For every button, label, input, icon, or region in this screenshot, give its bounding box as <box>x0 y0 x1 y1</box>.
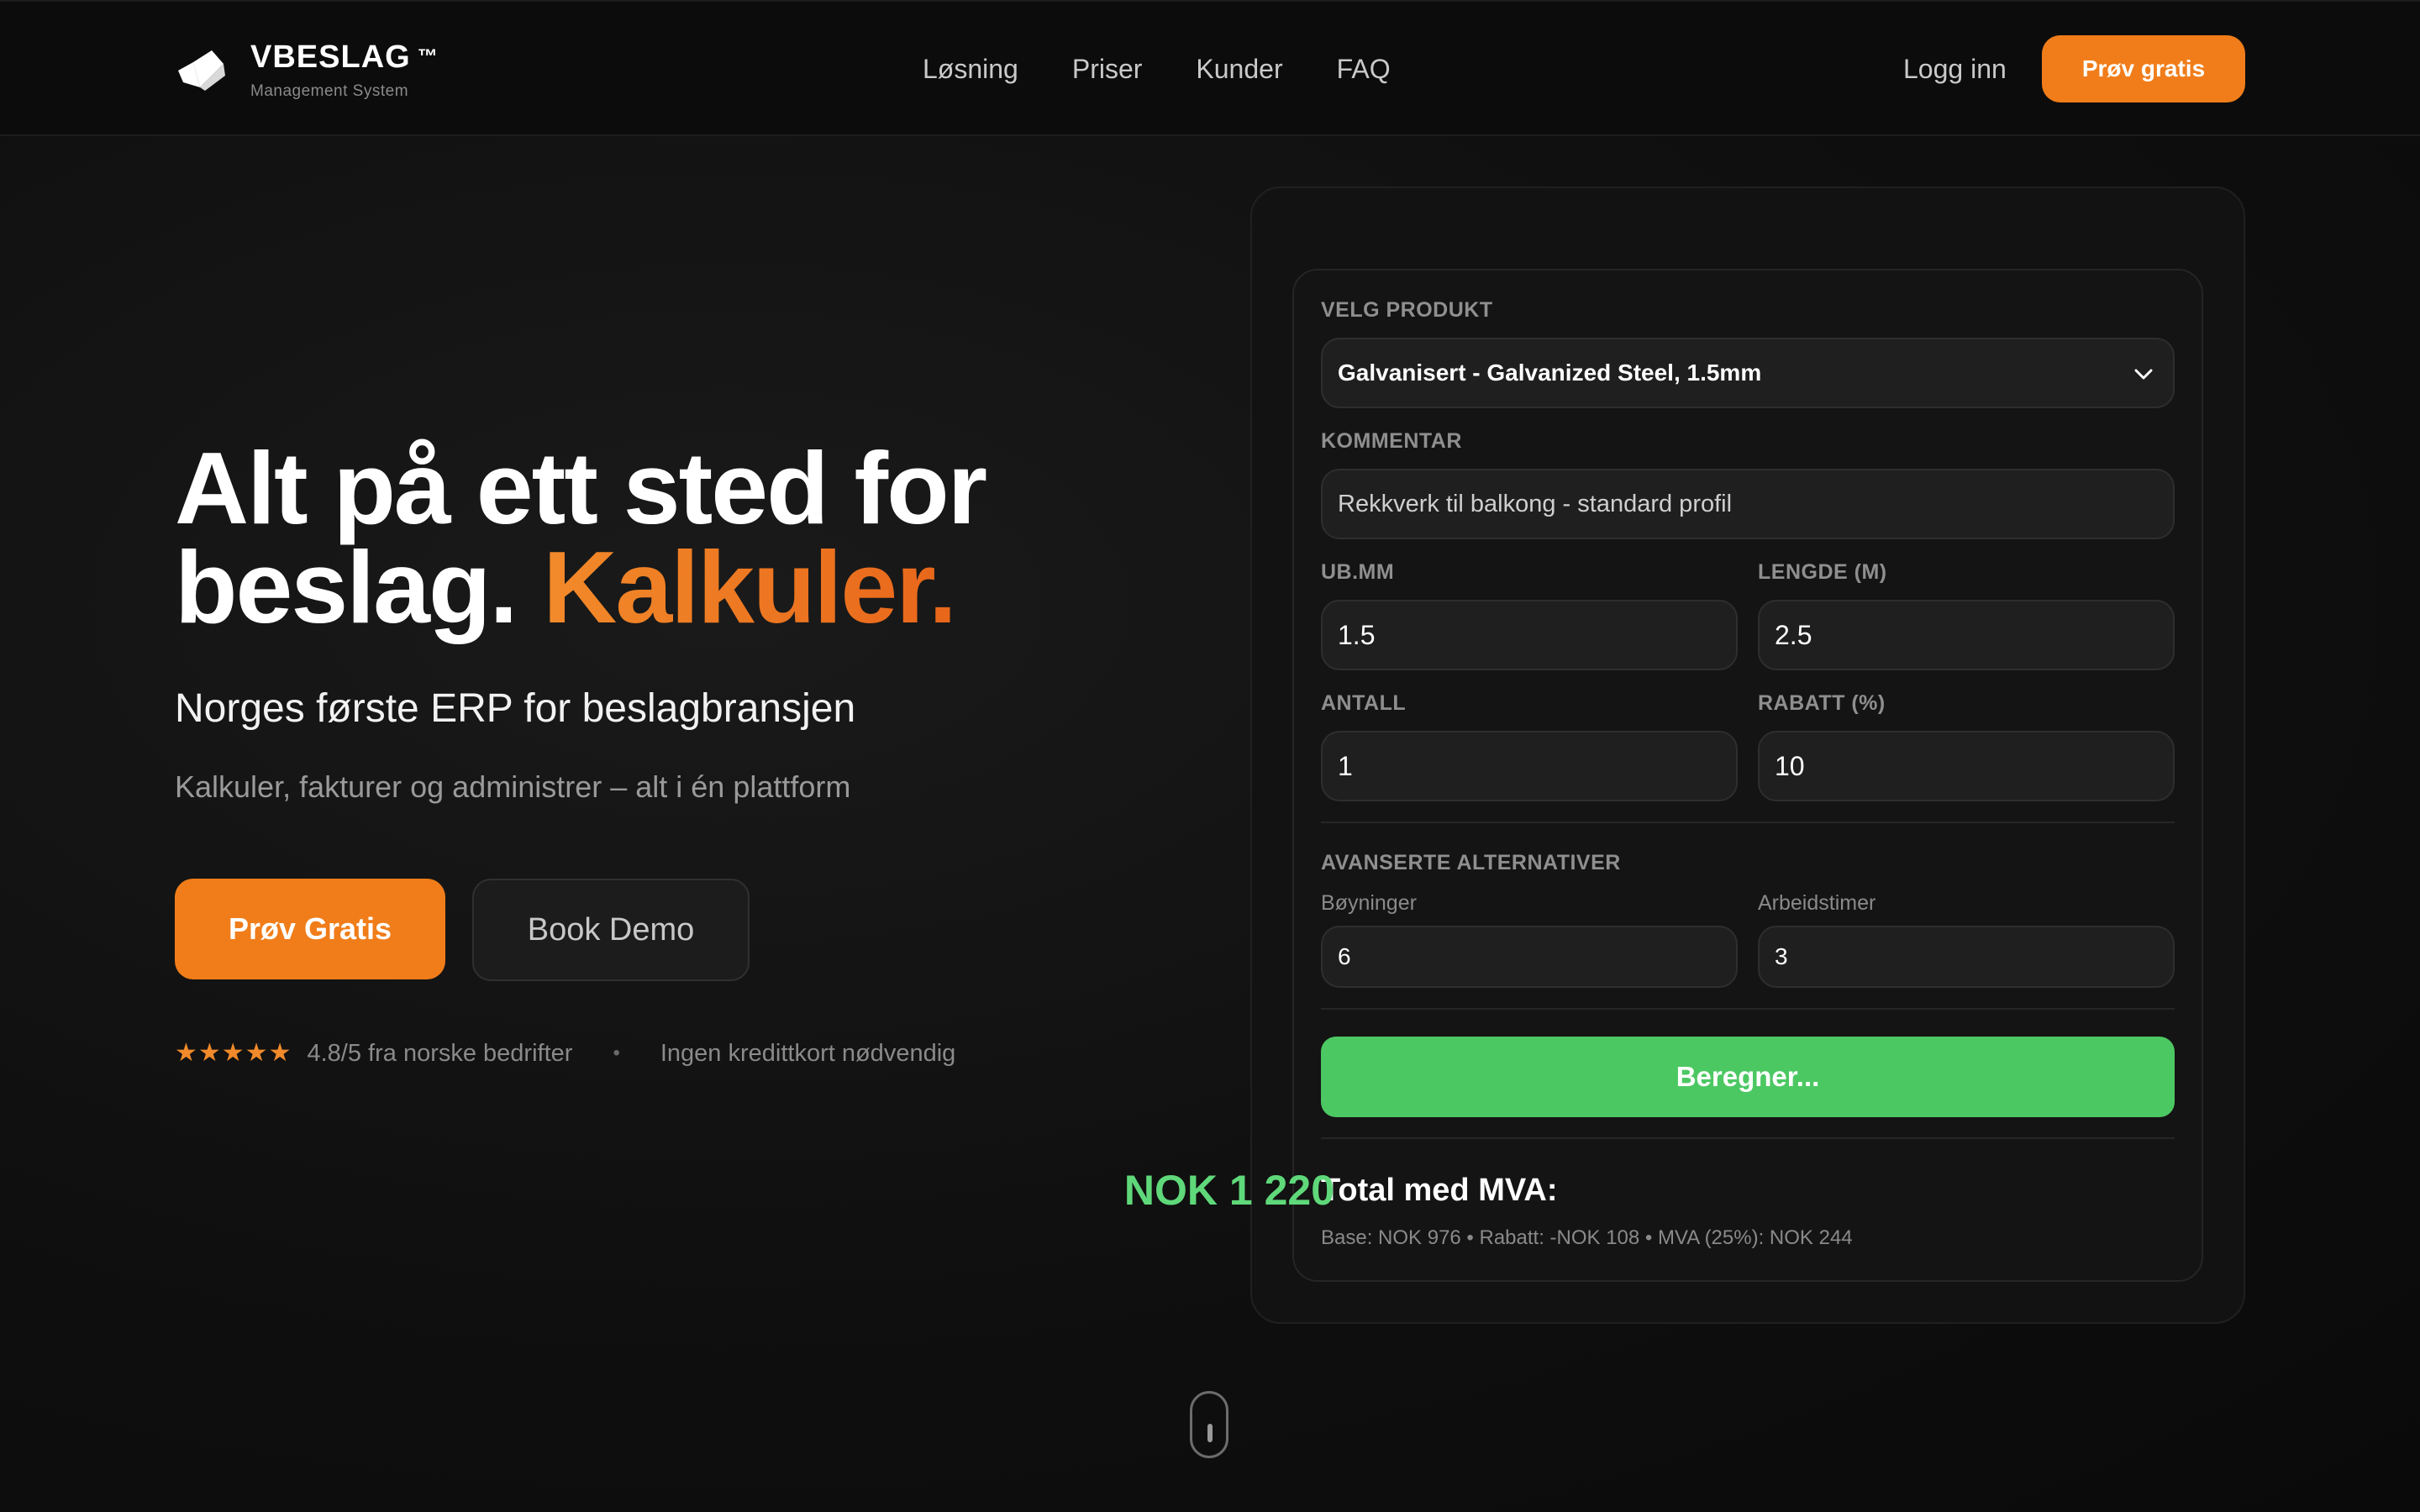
comment-input[interactable]: Rekkverk til balkong - standard profil <box>1321 469 2175 539</box>
product-select-value: Galvanisert - Galvanized Steel, 1.5mm <box>1338 360 1762 386</box>
try-free-button[interactable]: Prøv Gratis <box>175 879 445 979</box>
hero-title: Alt på ett sted for beslag. Kalkuler. <box>175 437 987 638</box>
trust-row: ★★★★★ 4.8/5 fra norske bedrifter • Ingen… <box>175 1035 955 1072</box>
nav-item-losning[interactable]: Løsning <box>923 49 1018 89</box>
bends-label: Bøyninger <box>1321 891 1417 915</box>
no-card-text: Ingen kredittkort nødvendig <box>660 1040 956 1067</box>
logo-icon <box>178 50 225 91</box>
discount-input-value: 10 <box>1775 750 1805 781</box>
price-breakdown: Base: NOK 976 • Rabatt: -NOK 108 • MVA (… <box>1321 1226 1853 1249</box>
thickness-input-value: 1.5 <box>1338 619 1376 650</box>
discount-input[interactable]: 10 <box>1758 731 2175 801</box>
nav-item-kunder[interactable]: Kunder <box>1196 49 1282 89</box>
hours-input[interactable]: 3 <box>1758 926 2175 988</box>
quantity-input[interactable]: 1 <box>1321 731 1738 801</box>
book-demo-button[interactable]: Book Demo <box>472 879 750 981</box>
hours-label: Arbeidstimer <box>1758 891 1876 915</box>
hours-input-value: 3 <box>1775 943 1788 969</box>
length-input[interactable]: 2.5 <box>1758 600 2175 670</box>
top-header: VBESLAG ™ Management System Løsning Prise… <box>0 0 2420 136</box>
length-label: LENGDE (M) <box>1758 560 1887 584</box>
total-label: Total med MVA: <box>1321 1173 1558 1208</box>
chevron-down-icon <box>2134 369 2153 380</box>
divider <box>1321 1137 2175 1139</box>
brand-logo[interactable]: VBESLAG ™ Management System <box>175 39 439 101</box>
hero-description: Kalkuler, fakturer og administrer – alt … <box>175 769 851 804</box>
thickness-input[interactable]: 1.5 <box>1321 600 1738 670</box>
thickness-label: UB.MM <box>1321 560 1395 584</box>
try-free-header-button[interactable]: Prøv gratis <box>2042 35 2245 102</box>
total-value: NOK 1 220 <box>1123 1167 1334 1214</box>
calculate-button[interactable]: Beregner... <box>1321 1037 2175 1117</box>
rating-text: 4.8/5 fra norske bedrifter <box>307 1040 573 1067</box>
main-nav: Løsning Priser Kunder FAQ <box>923 49 1391 89</box>
quantity-label: ANTALL <box>1321 691 1407 715</box>
landing-page: VBESLAG ™ Management System Løsning Prise… <box>0 0 2420 1512</box>
divider <box>1321 822 2175 823</box>
hero-title-accent: Kalkuler. <box>543 530 957 644</box>
quantity-input-value: 1 <box>1338 750 1353 781</box>
login-link[interactable]: Logg inn <box>1903 49 2007 89</box>
logo-text: VBESLAG ™ Management System <box>250 39 439 101</box>
bends-input-value: 6 <box>1338 943 1351 969</box>
hero-title-line2: beslag. <box>175 530 518 644</box>
scroll-wheel <box>1207 1424 1213 1442</box>
advanced-options-label: AVANSERTE ALTERNATIVER <box>1321 851 1621 874</box>
rating-stars-icon: ★★★★★ <box>175 1039 292 1067</box>
hero-subtitle: Norges første ERP for beslagbransjen <box>175 686 856 731</box>
product-label: VELG PRODUKT <box>1321 298 1493 322</box>
divider <box>1321 1008 2175 1010</box>
separator-dot: • <box>613 1042 620 1064</box>
bends-input[interactable]: 6 <box>1321 926 1738 988</box>
hero-title-line1: Alt på ett sted for <box>175 431 987 545</box>
brand-tagline: Management System <box>250 82 409 100</box>
comment-input-value: Rekkverk til balkong - standard profil <box>1338 490 1733 517</box>
nav-item-priser[interactable]: Priser <box>1072 49 1143 89</box>
nav-item-faq[interactable]: FAQ <box>1337 49 1391 89</box>
discount-label: RABATT (%) <box>1758 691 1886 715</box>
comment-label: KOMMENTAR <box>1321 429 1462 453</box>
trademark-symbol: ™ <box>417 45 439 68</box>
brand-name: VBESLAG <box>250 39 411 75</box>
length-input-value: 2.5 <box>1775 619 1812 650</box>
product-select[interactable]: Galvanisert - Galvanized Steel, 1.5mm <box>1321 338 2175 408</box>
scroll-indicator-icon[interactable] <box>1190 1391 1228 1458</box>
